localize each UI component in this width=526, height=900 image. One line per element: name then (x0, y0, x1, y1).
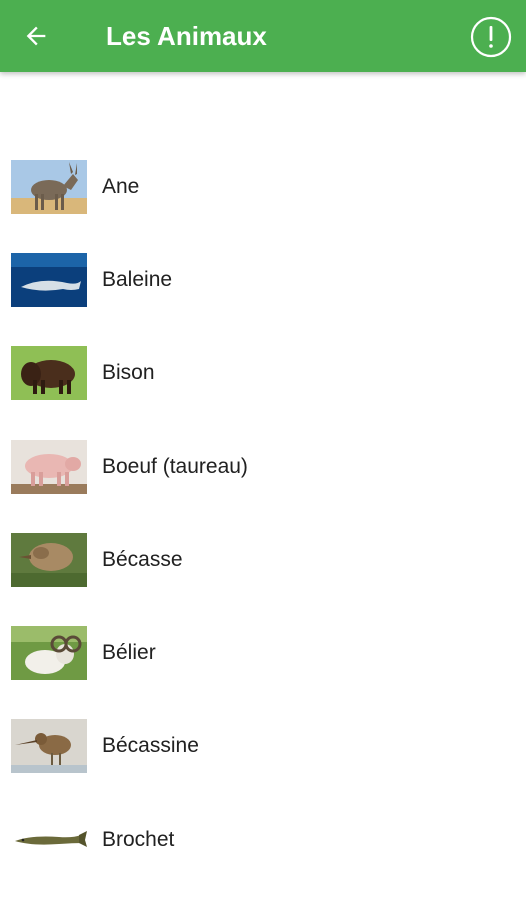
app-bar: Les Animaux (0, 0, 526, 72)
animal-name: Brochet (102, 827, 175, 851)
ram-image (11, 626, 87, 681)
animal-name: Baleine (102, 267, 173, 291)
back-button[interactable] (14, 14, 58, 58)
list-item[interactable]: Bécasse (0, 513, 526, 606)
list-item[interactable]: Baleine (0, 233, 526, 326)
page-title: Les Animaux (106, 21, 267, 51)
animal-list: Ane Baleine Bison Boeuf (taureau) Bécass… (0, 140, 526, 886)
bison-image (11, 346, 87, 401)
woodcock-image (11, 532, 87, 587)
animal-name: Boeuf (taureau) (102, 454, 248, 478)
snipe-image (11, 719, 87, 774)
arrow-left-icon (26, 26, 46, 46)
pike-image (11, 812, 87, 867)
animal-name: Bison (102, 361, 155, 385)
list-item[interactable]: Bécassine (0, 700, 526, 793)
donkey-image (11, 159, 87, 214)
animal-name: Bécassine (102, 734, 199, 758)
list-item[interactable]: Bélier (0, 606, 526, 699)
bull-image (11, 439, 87, 494)
list-item[interactable]: Brochet (0, 793, 526, 886)
animal-name: Ane (102, 174, 140, 198)
animal-name: Bélier (102, 641, 156, 665)
list-item[interactable]: Ane (0, 140, 526, 233)
info-button[interactable] (468, 14, 514, 60)
list-item[interactable]: Boeuf (taureau) (0, 420, 526, 513)
list-item[interactable]: Bison (0, 327, 526, 420)
animal-name: Bécasse (102, 547, 183, 571)
exclamation-circle-icon (470, 16, 512, 58)
whale-image (11, 252, 87, 307)
app-screen: Les Animaux Ane Baleine Bison Boeuf (tau… (0, 0, 526, 900)
